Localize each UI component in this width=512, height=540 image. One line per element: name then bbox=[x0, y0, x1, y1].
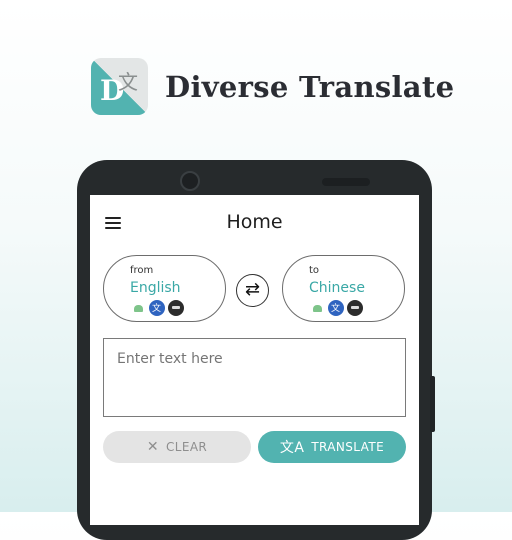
phone-side-button bbox=[430, 376, 435, 432]
clear-button-label: CLEAR bbox=[165, 440, 208, 454]
microsoft-icon bbox=[168, 300, 184, 316]
front-camera bbox=[180, 171, 200, 191]
android-icon bbox=[309, 300, 325, 316]
clear-button[interactable]: ✕ CLEAR bbox=[103, 431, 251, 463]
source-language-name: English bbox=[130, 280, 181, 296]
source-engine-badges bbox=[130, 300, 184, 316]
translate-button[interactable]: 文A TRANSLATE bbox=[258, 431, 406, 463]
translate-icon: 文A bbox=[279, 440, 305, 456]
swap-languages-button[interactable]: ⇄ bbox=[236, 274, 269, 307]
brand-header: D 文 Diverse Translate bbox=[91, 58, 454, 115]
source-language-selector[interactable]: from English bbox=[103, 255, 226, 322]
target-language-selector[interactable]: to Chinese bbox=[282, 255, 405, 322]
translate-button-label: TRANSLATE bbox=[311, 440, 385, 454]
phone-speaker bbox=[322, 178, 370, 186]
source-text-input[interactable] bbox=[103, 338, 406, 417]
target-engine-badges bbox=[309, 300, 363, 316]
google-translate-icon bbox=[328, 300, 344, 316]
app-logo: D 文 bbox=[91, 58, 148, 115]
target-language-name: Chinese bbox=[309, 280, 365, 296]
android-icon bbox=[130, 300, 146, 316]
app-screen: Home from English ⇄ to Chinese ✕ CLEAR 文… bbox=[90, 195, 419, 525]
page-title: Home bbox=[226, 211, 283, 233]
brand-name: Diverse Translate bbox=[165, 69, 455, 104]
microsoft-icon bbox=[347, 300, 363, 316]
google-translate-icon bbox=[149, 300, 165, 316]
source-language-caption: from bbox=[130, 265, 154, 276]
close-icon: ✕ bbox=[146, 439, 159, 455]
swap-icon: ⇄ bbox=[244, 279, 261, 300]
logo-glyph: 文 bbox=[118, 70, 138, 94]
target-language-caption: to bbox=[309, 265, 320, 276]
